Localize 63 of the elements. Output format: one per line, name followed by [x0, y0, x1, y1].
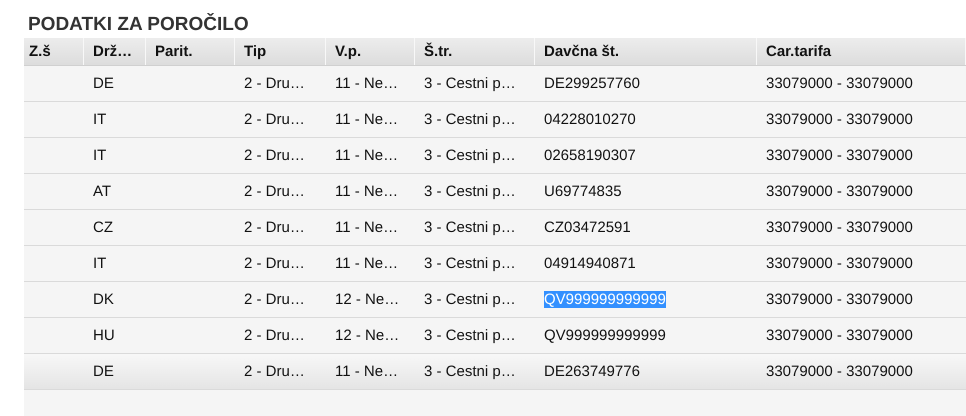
table-cell: 11 - Ne…	[335, 255, 398, 272]
table-cell: 11 - Ne…	[335, 75, 398, 92]
table-cell: CZ03472591	[544, 219, 631, 236]
table-cell: IT	[93, 255, 106, 272]
table-cell: 11 - Ne…	[335, 111, 398, 128]
table-cell: 2 - Dru…	[244, 327, 305, 344]
column-header[interactable]: Š.tr.	[415, 38, 535, 65]
table-cell: 2 - Dru…	[244, 363, 305, 380]
table-cell: 3 - Cestni p…	[424, 183, 516, 200]
table-cell: 04228010270	[544, 111, 636, 128]
table-cell: 11 - Ne…	[335, 183, 398, 200]
table-cell: 33079000 - 33079000	[766, 219, 913, 236]
table-cell: 11 - Ne…	[335, 147, 398, 164]
table-cell: 3 - Cestni p…	[424, 255, 516, 272]
table-cell: CZ	[93, 219, 113, 236]
table-cell: 2 - Dru…	[244, 255, 305, 272]
table-cell: DE	[93, 75, 114, 92]
table-cell: HU	[93, 327, 115, 344]
table-cell: 2 - Dru…	[244, 219, 305, 236]
table-cell: 33079000 - 33079000	[766, 327, 913, 344]
table-cell: 3 - Cestni p…	[424, 147, 516, 164]
table-cell: DE299257760	[544, 75, 640, 92]
table-cell: IT	[93, 111, 106, 128]
table-cell: 3 - Cestni p…	[424, 291, 516, 308]
table-cell: 33079000 - 33079000	[766, 183, 913, 200]
table-cell: DE	[93, 363, 114, 380]
table-cell: 3 - Cestni p…	[424, 75, 516, 92]
table-cell: 33079000 - 33079000	[766, 111, 913, 128]
selected-text: QV999999999999	[544, 291, 666, 308]
table-cell: 3 - Cestni p…	[424, 363, 516, 380]
column-header[interactable]: Z.š	[24, 38, 84, 65]
table-cell: 12 - Ne…	[335, 291, 400, 308]
table-cell: 33079000 - 33079000	[766, 363, 913, 380]
table-cell: 33079000 - 33079000	[766, 147, 913, 164]
column-header[interactable]: Parit.	[146, 38, 235, 65]
table-cell: 3 - Cestni p…	[424, 327, 516, 344]
table-cell: 2 - Dru…	[244, 183, 305, 200]
table-cell: AT	[93, 183, 112, 200]
column-header[interactable]: V.p.	[326, 38, 415, 65]
table-cell: 2 - Dru…	[244, 147, 305, 164]
table-cell: 33079000 - 33079000	[766, 291, 913, 308]
table-cell: QV999999999999	[544, 327, 666, 344]
table-cell: 11 - Ne…	[335, 219, 398, 236]
table-cell: DK	[93, 291, 114, 308]
table-cell: 3 - Cestni p…	[424, 111, 516, 128]
column-header[interactable]: Car.tarifa	[757, 38, 966, 65]
table-cell: U69774835	[544, 183, 622, 200]
table-cell: 2 - Dru…	[244, 111, 305, 128]
column-header[interactable]: Davčna št.	[535, 38, 757, 65]
table-cell: DE263749776	[544, 363, 640, 380]
table-cell: 3 - Cestni p…	[424, 219, 516, 236]
table-cell: 12 - Ne…	[335, 327, 400, 344]
table-cell: 33079000 - 33079000	[766, 75, 913, 92]
column-header[interactable]: Drž…	[84, 38, 146, 65]
table-cell: 33079000 - 33079000	[766, 255, 913, 272]
column-header[interactable]: Tip	[235, 38, 326, 65]
section-title: PODATKI ZA POROČILO	[27, 12, 250, 37]
table-cell: IT	[93, 147, 106, 164]
table-cell: 11 - Ne…	[335, 363, 398, 380]
table-cell: 2 - Dru…	[244, 291, 305, 308]
table-cell: 2 - Dru…	[244, 75, 305, 92]
table-cell: 04914940871	[544, 255, 636, 272]
table-cell: 02658190307	[544, 147, 636, 164]
